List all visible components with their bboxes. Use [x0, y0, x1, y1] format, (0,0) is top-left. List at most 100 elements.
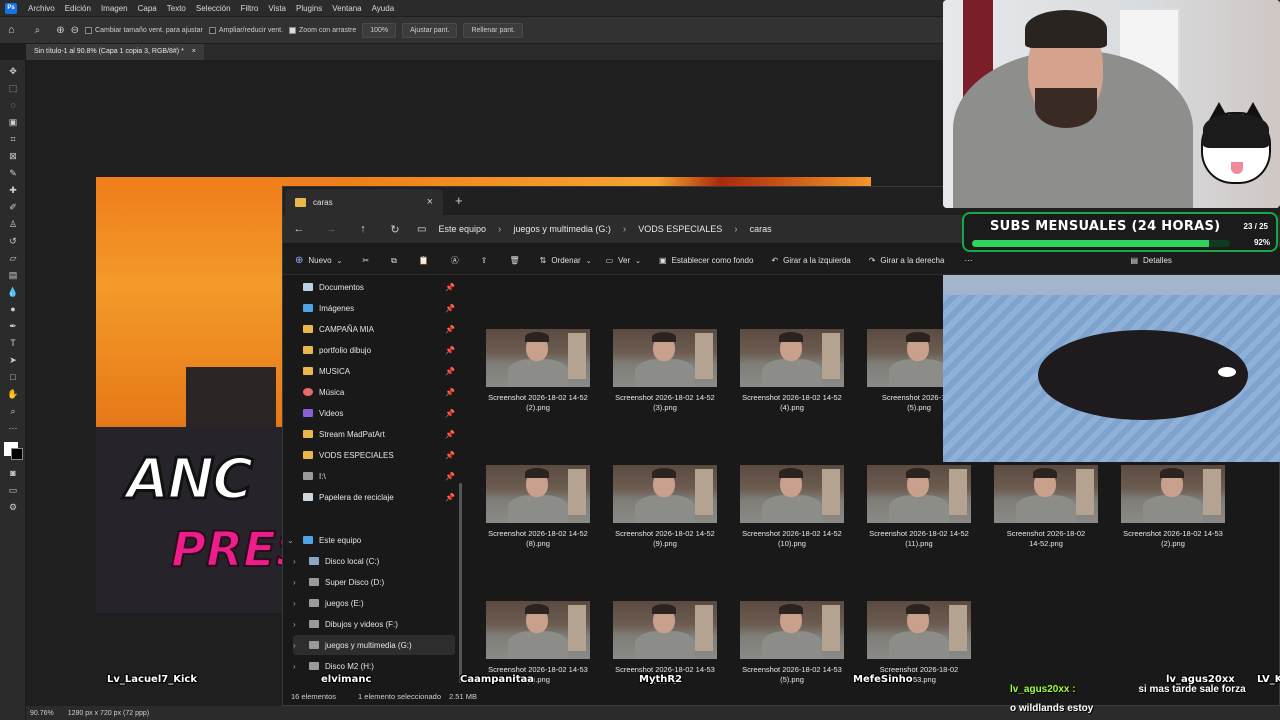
sidebar-item-drive-e[interactable]: › juegos (E:)	[293, 593, 453, 613]
chevron-right-icon[interactable]: ›	[293, 578, 303, 587]
resize-windows-checkbox[interactable]: Cambiar tamaño vent. para ajustar	[85, 26, 203, 34]
scrubby-zoom-checkbox[interactable]: Zoom con arrastre	[289, 26, 356, 34]
chevron-down-icon[interactable]: ⌄	[287, 536, 297, 545]
move-tool-icon[interactable]: ✥	[7, 66, 19, 76]
sidebar-scrollbar[interactable]	[459, 483, 462, 683]
file-thumbnail[interactable]: Screenshot 2026-18-02 14-52.png	[994, 465, 1098, 549]
details-button[interactable]: ▤ Detalles	[1130, 256, 1171, 265]
chevron-right-icon[interactable]: ›	[293, 620, 303, 629]
rotate-right-button[interactable]: ↷ Girar a la derecha	[869, 256, 945, 265]
close-tab-icon[interactable]: ×	[427, 196, 433, 208]
menu-item-filtro[interactable]: Filtro	[236, 4, 264, 13]
pin-icon[interactable]: 📌	[445, 409, 455, 418]
chevron-right-icon[interactable]: ›	[293, 557, 303, 566]
file-thumbnail[interactable]: Screenshot 2026-18-02 14-52 (8).png	[486, 465, 590, 549]
pin-icon[interactable]: 📌	[445, 388, 455, 397]
menu-item-seleccion[interactable]: Selección	[191, 4, 236, 13]
pin-icon[interactable]: 📌	[445, 493, 455, 502]
menu-item-ayuda[interactable]: Ayuda	[367, 4, 400, 13]
sidebar-item-portfolio-dibujo[interactable]: portfolio dibujo 📌	[303, 340, 463, 360]
file-thumbnail[interactable]: Screenshot 2026-18-02 14-52 (2).png	[486, 329, 590, 413]
menu-item-archivo[interactable]: Archivo	[23, 4, 60, 13]
breadcrumb-item[interactable]: Este equipo	[438, 224, 486, 234]
screen-mode-icon[interactable]: ▭	[7, 485, 19, 495]
file-thumbnail[interactable]: Screenshot 2026-18-02 14-52 (10).png	[740, 465, 844, 549]
sidebar-item-drive-f[interactable]: › Dibujos y videos (F:)	[293, 614, 453, 634]
crop-tool-icon[interactable]: ⌗	[7, 134, 19, 144]
chevron-right-icon[interactable]: ›	[293, 662, 303, 671]
set-background-button[interactable]: ▣ Establecer como fondo	[659, 256, 753, 265]
pen-tool-icon[interactable]: ✒	[7, 321, 19, 331]
frame-tool-icon[interactable]: ⊠	[7, 151, 19, 161]
explorer-tab[interactable]: caras ×	[285, 189, 443, 215]
cut-icon[interactable]: ✂	[362, 256, 369, 265]
zoom-out-icon[interactable]: ⊖	[71, 25, 79, 36]
healing-tool-icon[interactable]: ✚	[7, 185, 19, 195]
eyedropper-tool-icon[interactable]: ✎	[7, 168, 19, 178]
pin-icon[interactable]: 📌	[445, 325, 455, 334]
zoom-in-icon[interactable]: ⊕	[56, 25, 64, 36]
type-tool-icon[interactable]: T	[7, 338, 19, 348]
rename-icon[interactable]: Ⓐ	[451, 255, 459, 266]
back-arrow-icon[interactable]: ←	[283, 223, 315, 235]
marquee-tool-icon[interactable]: ⬚	[7, 83, 19, 93]
zoom-tool-icon[interactable]: ⌕	[35, 25, 41, 36]
file-thumbnail[interactable]: Screenshot 2026-18-02 14-53 (3).png	[486, 601, 590, 685]
breadcrumb-item[interactable]: juegos y multimedia (G:)	[513, 224, 611, 234]
object-select-tool-icon[interactable]: ▣	[7, 117, 19, 127]
sidebar-item-drive-c[interactable]: › Disco local (C:)	[293, 551, 453, 571]
home-icon[interactable]: ⌂	[8, 24, 15, 36]
breadcrumb-item[interactable]: caras	[750, 224, 772, 234]
up-arrow-icon[interactable]: ↑	[347, 223, 379, 235]
pin-icon[interactable]: 📌	[445, 472, 455, 481]
background-color-swatch[interactable]	[11, 448, 23, 460]
file-thumbnail[interactable]: Screenshot 2026-18-02 14-52 (9).png	[613, 465, 717, 549]
status-zoom[interactable]: 90.76%	[30, 710, 54, 717]
document-tab[interactable]: Sin título-1 al 90.8% (Capa 1 copia 3, R…	[26, 44, 204, 60]
chevron-right-icon[interactable]: ›	[293, 641, 303, 650]
sort-button[interactable]: ⇅ Ordenar ⌄	[540, 256, 592, 265]
sidebar-item-musica-folder[interactable]: MUSICA 📌	[303, 361, 463, 381]
sidebar-item-drive-d[interactable]: › Super Disco (D:)	[293, 572, 453, 592]
pin-icon[interactable]: 📌	[445, 304, 455, 313]
fit-screen-button[interactable]: Ajustar pant.	[402, 22, 458, 38]
file-thumbnail[interactable]: Screenshot 2026-18-02 14-52 (11).png	[867, 465, 971, 549]
sidebar-item-documentos[interactable]: Documentos 📌	[303, 277, 463, 297]
file-thumbnail[interactable]: Screenshot 2026-18-02 14-52 (4).png	[740, 329, 844, 413]
pin-icon[interactable]: 📌	[445, 430, 455, 439]
sidebar-item-este-equipo[interactable]: ⌄ Este equipo	[287, 530, 447, 550]
sidebar-item-vods-especiales[interactable]: VODS ESPECIALES 📌	[303, 445, 463, 465]
sidebar-item-videos[interactable]: Videos 📌	[303, 403, 463, 423]
menu-item-texto[interactable]: Texto	[162, 4, 191, 13]
lasso-tool-icon[interactable]: ◌	[7, 100, 19, 110]
chevron-right-icon[interactable]: ›	[293, 599, 303, 608]
forward-arrow-icon[interactable]: →	[315, 223, 347, 235]
pin-icon[interactable]: 📌	[445, 346, 455, 355]
new-button[interactable]: ⊕ Nuevo ⌄	[295, 255, 342, 266]
stamp-tool-icon[interactable]: ♙	[7, 219, 19, 229]
sidebar-item-drive-i[interactable]: I:\ 📌	[303, 466, 463, 486]
brush-tool-icon[interactable]: ✐	[7, 202, 19, 212]
file-thumbnail[interactable]: Screenshot 2026-18-02 14-53 (2).png	[1121, 465, 1225, 549]
sidebar-item-musica[interactable]: Música 📌	[303, 382, 463, 402]
sidebar-item-imagenes[interactable]: Imágenes 📌	[303, 298, 463, 318]
pin-icon[interactable]: 📌	[445, 451, 455, 460]
gradient-tool-icon[interactable]: ▤	[7, 270, 19, 280]
close-icon[interactable]: ×	[192, 48, 196, 55]
sidebar-item-campana-mia[interactable]: CAMPAÑA MIA 📌	[303, 319, 463, 339]
fill-screen-button[interactable]: Rellenar pant.	[463, 22, 524, 38]
menu-item-ventana[interactable]: Ventana	[327, 4, 366, 13]
sidebar-item-drive-h[interactable]: › Disco M2 (H:)	[293, 656, 453, 676]
more-tools-icon[interactable]: ⋯	[7, 423, 19, 433]
sidebar-item-drive-g[interactable]: › juegos y multimedia (G:)	[293, 635, 455, 655]
zoom-tool-sidebar-icon[interactable]: ⌕	[7, 406, 19, 416]
edit-toolbar-icon[interactable]: ⚙	[7, 502, 19, 512]
refresh-icon[interactable]: ↻	[379, 223, 411, 236]
copy-icon[interactable]: ⧉	[391, 256, 397, 266]
blur-tool-icon[interactable]: 💧	[7, 287, 19, 297]
monitor-icon[interactable]: ▭	[417, 224, 426, 235]
rectangle-tool-icon[interactable]: □	[7, 372, 19, 382]
dodge-tool-icon[interactable]: ●	[7, 304, 19, 314]
new-tab-icon[interactable]: +	[455, 193, 463, 208]
menu-item-vista[interactable]: Vista	[263, 4, 291, 13]
